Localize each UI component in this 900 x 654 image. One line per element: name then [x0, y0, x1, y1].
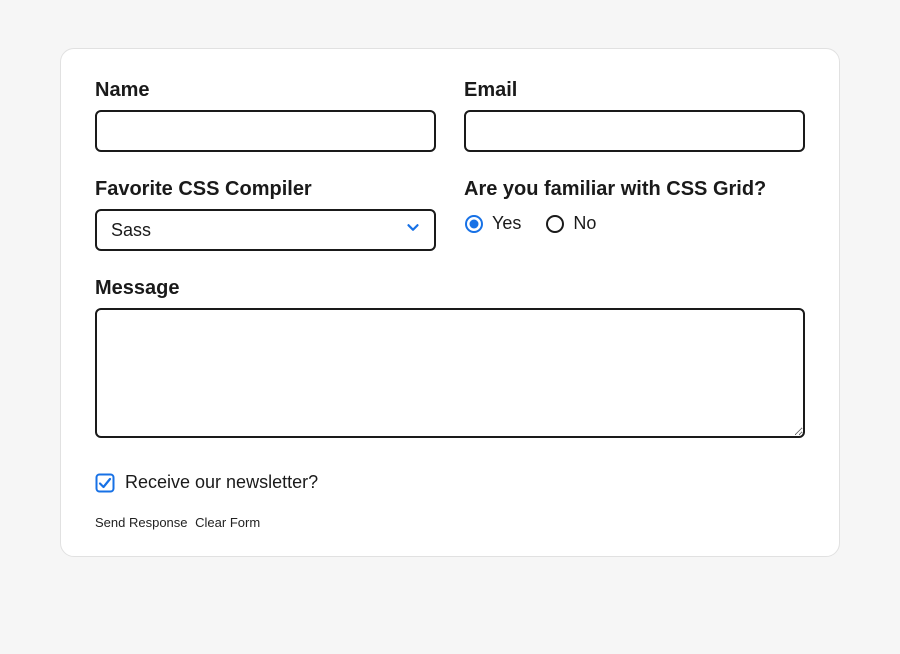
name-field-group: Name [95, 79, 436, 152]
radio-no-label: No [573, 213, 596, 234]
message-field-group: Message [95, 277, 805, 438]
email-input[interactable] [464, 110, 805, 152]
radio-item-yes[interactable]: Yes [464, 213, 521, 234]
compiler-select[interactable]: Sass [95, 209, 436, 251]
compiler-select-wrap: Sass [95, 209, 436, 251]
email-field-group: Email [464, 79, 805, 152]
checkbox-checked-icon [95, 473, 115, 493]
compiler-label: Favorite CSS Compiler [95, 178, 436, 201]
radio-selected-icon [464, 214, 484, 234]
newsletter-row[interactable]: Receive our newsletter? [95, 472, 805, 493]
newsletter-label: Receive our newsletter? [125, 472, 318, 493]
radio-yes-label: Yes [492, 213, 521, 234]
radio-item-no[interactable]: No [545, 213, 596, 234]
form-actions: Send Response Clear Form [95, 515, 805, 530]
grid-familiar-group: Are you familiar with CSS Grid? Yes No [464, 178, 805, 251]
grid-familiar-label: Are you familiar with CSS Grid? [464, 178, 805, 201]
form-card: Name Email Favorite CSS Compiler Sass Ar [60, 48, 840, 557]
form-grid: Name Email Favorite CSS Compiler Sass Ar [95, 79, 805, 438]
grid-familiar-radio-row: Yes No [464, 209, 805, 234]
compiler-field-group: Favorite CSS Compiler Sass [95, 178, 436, 251]
email-label: Email [464, 79, 805, 102]
submit-button[interactable]: Send Response [95, 515, 188, 530]
name-input[interactable] [95, 110, 436, 152]
radio-unselected-icon [545, 214, 565, 234]
name-label: Name [95, 79, 436, 102]
message-textarea[interactable] [95, 308, 805, 438]
message-label: Message [95, 277, 805, 300]
reset-button[interactable]: Clear Form [195, 515, 260, 530]
